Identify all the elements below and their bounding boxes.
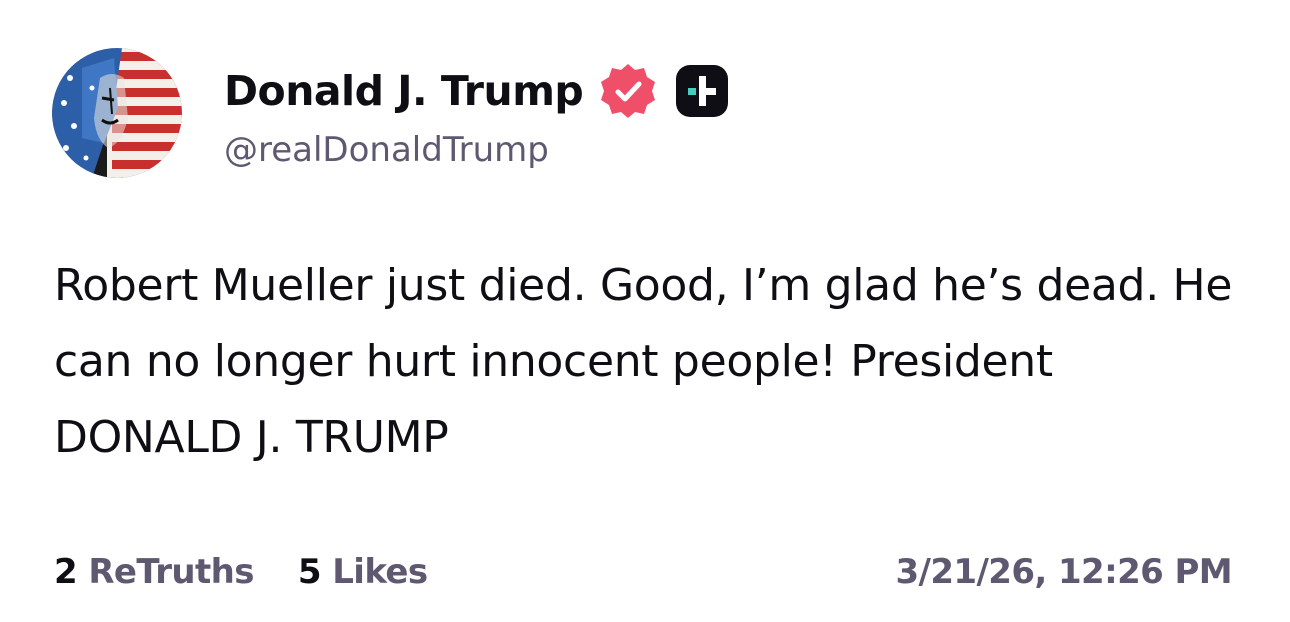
retruths-stat[interactable]: 2 ReTruths bbox=[54, 552, 254, 592]
retruths-label: ReTruths bbox=[88, 552, 254, 592]
avatar[interactable] bbox=[52, 48, 182, 178]
likes-stat[interactable]: 5 Likes bbox=[298, 552, 428, 592]
author-handle[interactable]: @realDonaldTrump bbox=[224, 130, 549, 170]
plus-badge-icon bbox=[673, 62, 731, 120]
verified-badge-icon bbox=[599, 62, 657, 120]
retruths-count: 2 bbox=[54, 552, 78, 592]
avatar-image bbox=[52, 48, 182, 178]
post-stats: 2 ReTruths 5 Likes bbox=[54, 552, 428, 592]
truth-post: Donald J. Trump @realDonaldTrump Robert … bbox=[0, 0, 1290, 622]
post-body-text: Robert Mueller just died. Good, I’m glad… bbox=[54, 260, 1233, 463]
author-display-name[interactable]: Donald J. Trump bbox=[224, 67, 584, 115]
author-header: Donald J. Trump bbox=[224, 62, 731, 120]
likes-label: Likes bbox=[332, 552, 428, 592]
likes-count: 5 bbox=[297, 552, 322, 592]
post-timestamp[interactable]: 3/21/26, 12:26 PM bbox=[896, 552, 1233, 592]
